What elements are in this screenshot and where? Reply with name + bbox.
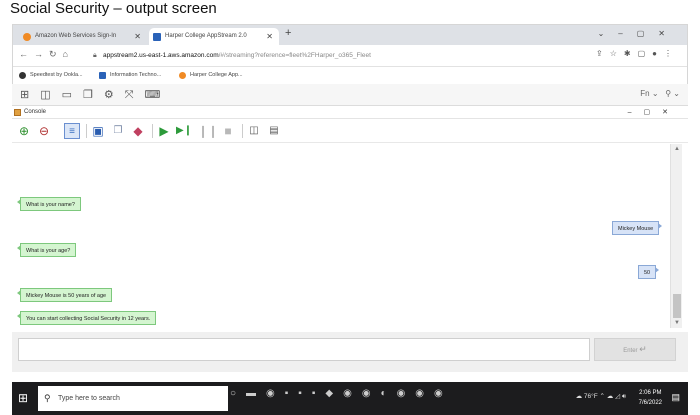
appstream-toolbar: ⊞◫▭❐⚙⤧⌨ Fn ⌄ ⚲ ⌄ — [12, 84, 688, 106]
weather-temperature: 76°F — [583, 393, 598, 400]
search-placeholder: Type here to search — [58, 395, 120, 402]
speedtest-icon — [19, 72, 26, 79]
appstream-user-menu[interactable]: Fn ⌄ ⚲ ⌄ — [640, 89, 680, 98]
notification-icon[interactable]: ▤ — [671, 392, 680, 403]
tab-appstream[interactable]: Harper College AppStream 2.0 ✕ — [149, 28, 279, 45]
aws-bookmark-icon — [179, 72, 186, 79]
aws-favicon-icon — [23, 33, 31, 41]
plus-icon[interactable]: + — [285, 27, 291, 39]
page-caption: Social Security – output screen — [10, 0, 217, 17]
navigation-buttons[interactable]: ←→↻⌂ — [19, 49, 74, 60]
message-result-age: Mickey Mouse is 50 years of age — [16, 288, 113, 302]
enter-button[interactable]: Enter ↵ — [594, 338, 676, 361]
console-toolbar: ⊕ ⊖ ≡ ▣ ❐ ◆ ▶ ▶❙ ❙❙ ■ ◫ ▤ — [12, 119, 688, 143]
bookmark-information-technology[interactable]: Information Techno... — [99, 67, 161, 84]
copy-icon[interactable]: ❐ — [110, 123, 126, 139]
console-window: Console –▢✕ ⊕ ⊖ ≡ ▣ ❐ ◆ ▶ ▶❙ ❙❙ ■ ◫ ▤ Wh… — [12, 106, 688, 382]
taskbar-search[interactable]: ⚲ Type here to search — [38, 386, 228, 411]
bookmarks-bar: Speedtest by Ookla... Information Techno… — [13, 67, 687, 84]
console-input-row: Enter ↵ — [12, 332, 688, 372]
console-scrollbar[interactable]: ▲ ▼ — [670, 144, 682, 328]
tab-label: Harper College AppStream 2.0 — [165, 33, 247, 39]
url-path: /#/streaming?reference=fleet%2FHarper_o3… — [218, 52, 371, 59]
pause-icon[interactable]: ❙❙ — [198, 123, 218, 139]
bookmark-harper-college[interactable]: Harper College App... — [179, 67, 243, 84]
console-output: What is your name? Mickey Mouse What is … — [14, 144, 670, 328]
message-prompt-age: What is your age? — [16, 243, 77, 257]
split-view-icon[interactable]: ◫ — [246, 123, 262, 139]
tab-strip: Amazon Web Services Sign-In ✕ Harper Col… — [13, 25, 687, 45]
message-prompt-name: What is your name? — [17, 197, 81, 211]
step-icon[interactable]: ▶❙ — [176, 123, 192, 139]
windows-taskbar: ⊞ ⚲ Type here to search ○▬◉▪▪▪◆◉◉◐◉◉◉ ☁ … — [12, 382, 688, 415]
message-result-social-security: You can start collecting Social Security… — [16, 311, 157, 325]
close-tab-icon[interactable]: ✕ — [266, 28, 273, 45]
scrollbar-thumb[interactable] — [673, 294, 681, 318]
enter-key-icon: ↵ — [639, 344, 647, 354]
system-tray[interactable]: ☁ 76°F ⌃ ☁ ◿ 🔊︎ — [576, 392, 626, 401]
scroll-up-icon[interactable]: ▲ — [674, 146, 680, 152]
zoom-in-icon[interactable]: ⊕ — [16, 123, 32, 139]
console-input[interactable] — [18, 338, 590, 361]
console-title-bar: Console –▢✕ — [12, 106, 688, 119]
wrap-text-icon[interactable]: ≡ — [64, 123, 80, 139]
console-window-controls[interactable]: –▢✕ — [628, 106, 680, 119]
taskbar-app-icons[interactable]: ○▬◉▪▪▪◆◉◉◐◉◉◉ — [230, 388, 453, 399]
search-icon: ⚲ — [44, 393, 51, 403]
clock-date: 7/6/2022 — [638, 400, 662, 406]
url-field[interactable]: 🔒︎ appstream2.us-east-1.aws.amazon.com/#… — [91, 48, 591, 63]
extension-icons[interactable]: ⇪☆✱▢●⋮ — [596, 49, 679, 58]
appstream-bookmark-icon — [99, 72, 106, 79]
enter-button-label: Enter — [623, 348, 638, 354]
appstream-tool-icons[interactable]: ⊞◫▭❐⚙⤧⌨ — [20, 88, 171, 102]
window-controls[interactable]: ⌄–▢✕ — [598, 29, 679, 38]
clear-icon[interactable]: ◆ — [130, 123, 146, 139]
toolbar-separator — [152, 124, 153, 138]
tab-label: Amazon Web Services Sign-In — [35, 33, 117, 39]
console-app-icon — [14, 109, 21, 116]
url-host: appstream2.us-east-1.aws.amazon.com — [103, 52, 219, 59]
run-icon[interactable]: ▶ — [156, 123, 172, 139]
zoom-out-icon[interactable]: ⊖ — [36, 123, 52, 139]
appstream-favicon-icon — [153, 33, 161, 41]
close-tab-icon[interactable]: ✕ — [134, 28, 141, 45]
properties-icon[interactable]: ▤ — [266, 123, 282, 139]
address-bar: ←→↻⌂ 🔒︎ appstream2.us-east-1.aws.amazon.… — [13, 45, 687, 67]
lock-icon: 🔒︎ — [93, 52, 97, 59]
clock-time: 2:06 PM — [639, 390, 662, 396]
browser-window: Amazon Web Services Sign-In ✕ Harper Col… — [12, 24, 688, 84]
tab-aws-signin[interactable]: Amazon Web Services Sign-In ✕ — [19, 28, 147, 45]
toolbar-separator — [86, 124, 87, 138]
windows-start-icon[interactable]: ⊞ — [18, 391, 28, 405]
message-answer-age: 50 — [638, 265, 660, 279]
taskbar-clock[interactable]: 2:06 PM 7/6/2022 — [639, 388, 662, 408]
bookmark-speedtest[interactable]: Speedtest by Ookla... — [19, 67, 83, 84]
toolbar-separator — [242, 124, 243, 138]
scroll-down-icon[interactable]: ▼ — [674, 320, 680, 326]
stop-icon[interactable]: ■ — [220, 123, 236, 139]
message-answer-name: Mickey Mouse — [612, 221, 663, 235]
save-icon[interactable]: ▣ — [90, 123, 106, 139]
console-title: Console — [24, 109, 47, 115]
